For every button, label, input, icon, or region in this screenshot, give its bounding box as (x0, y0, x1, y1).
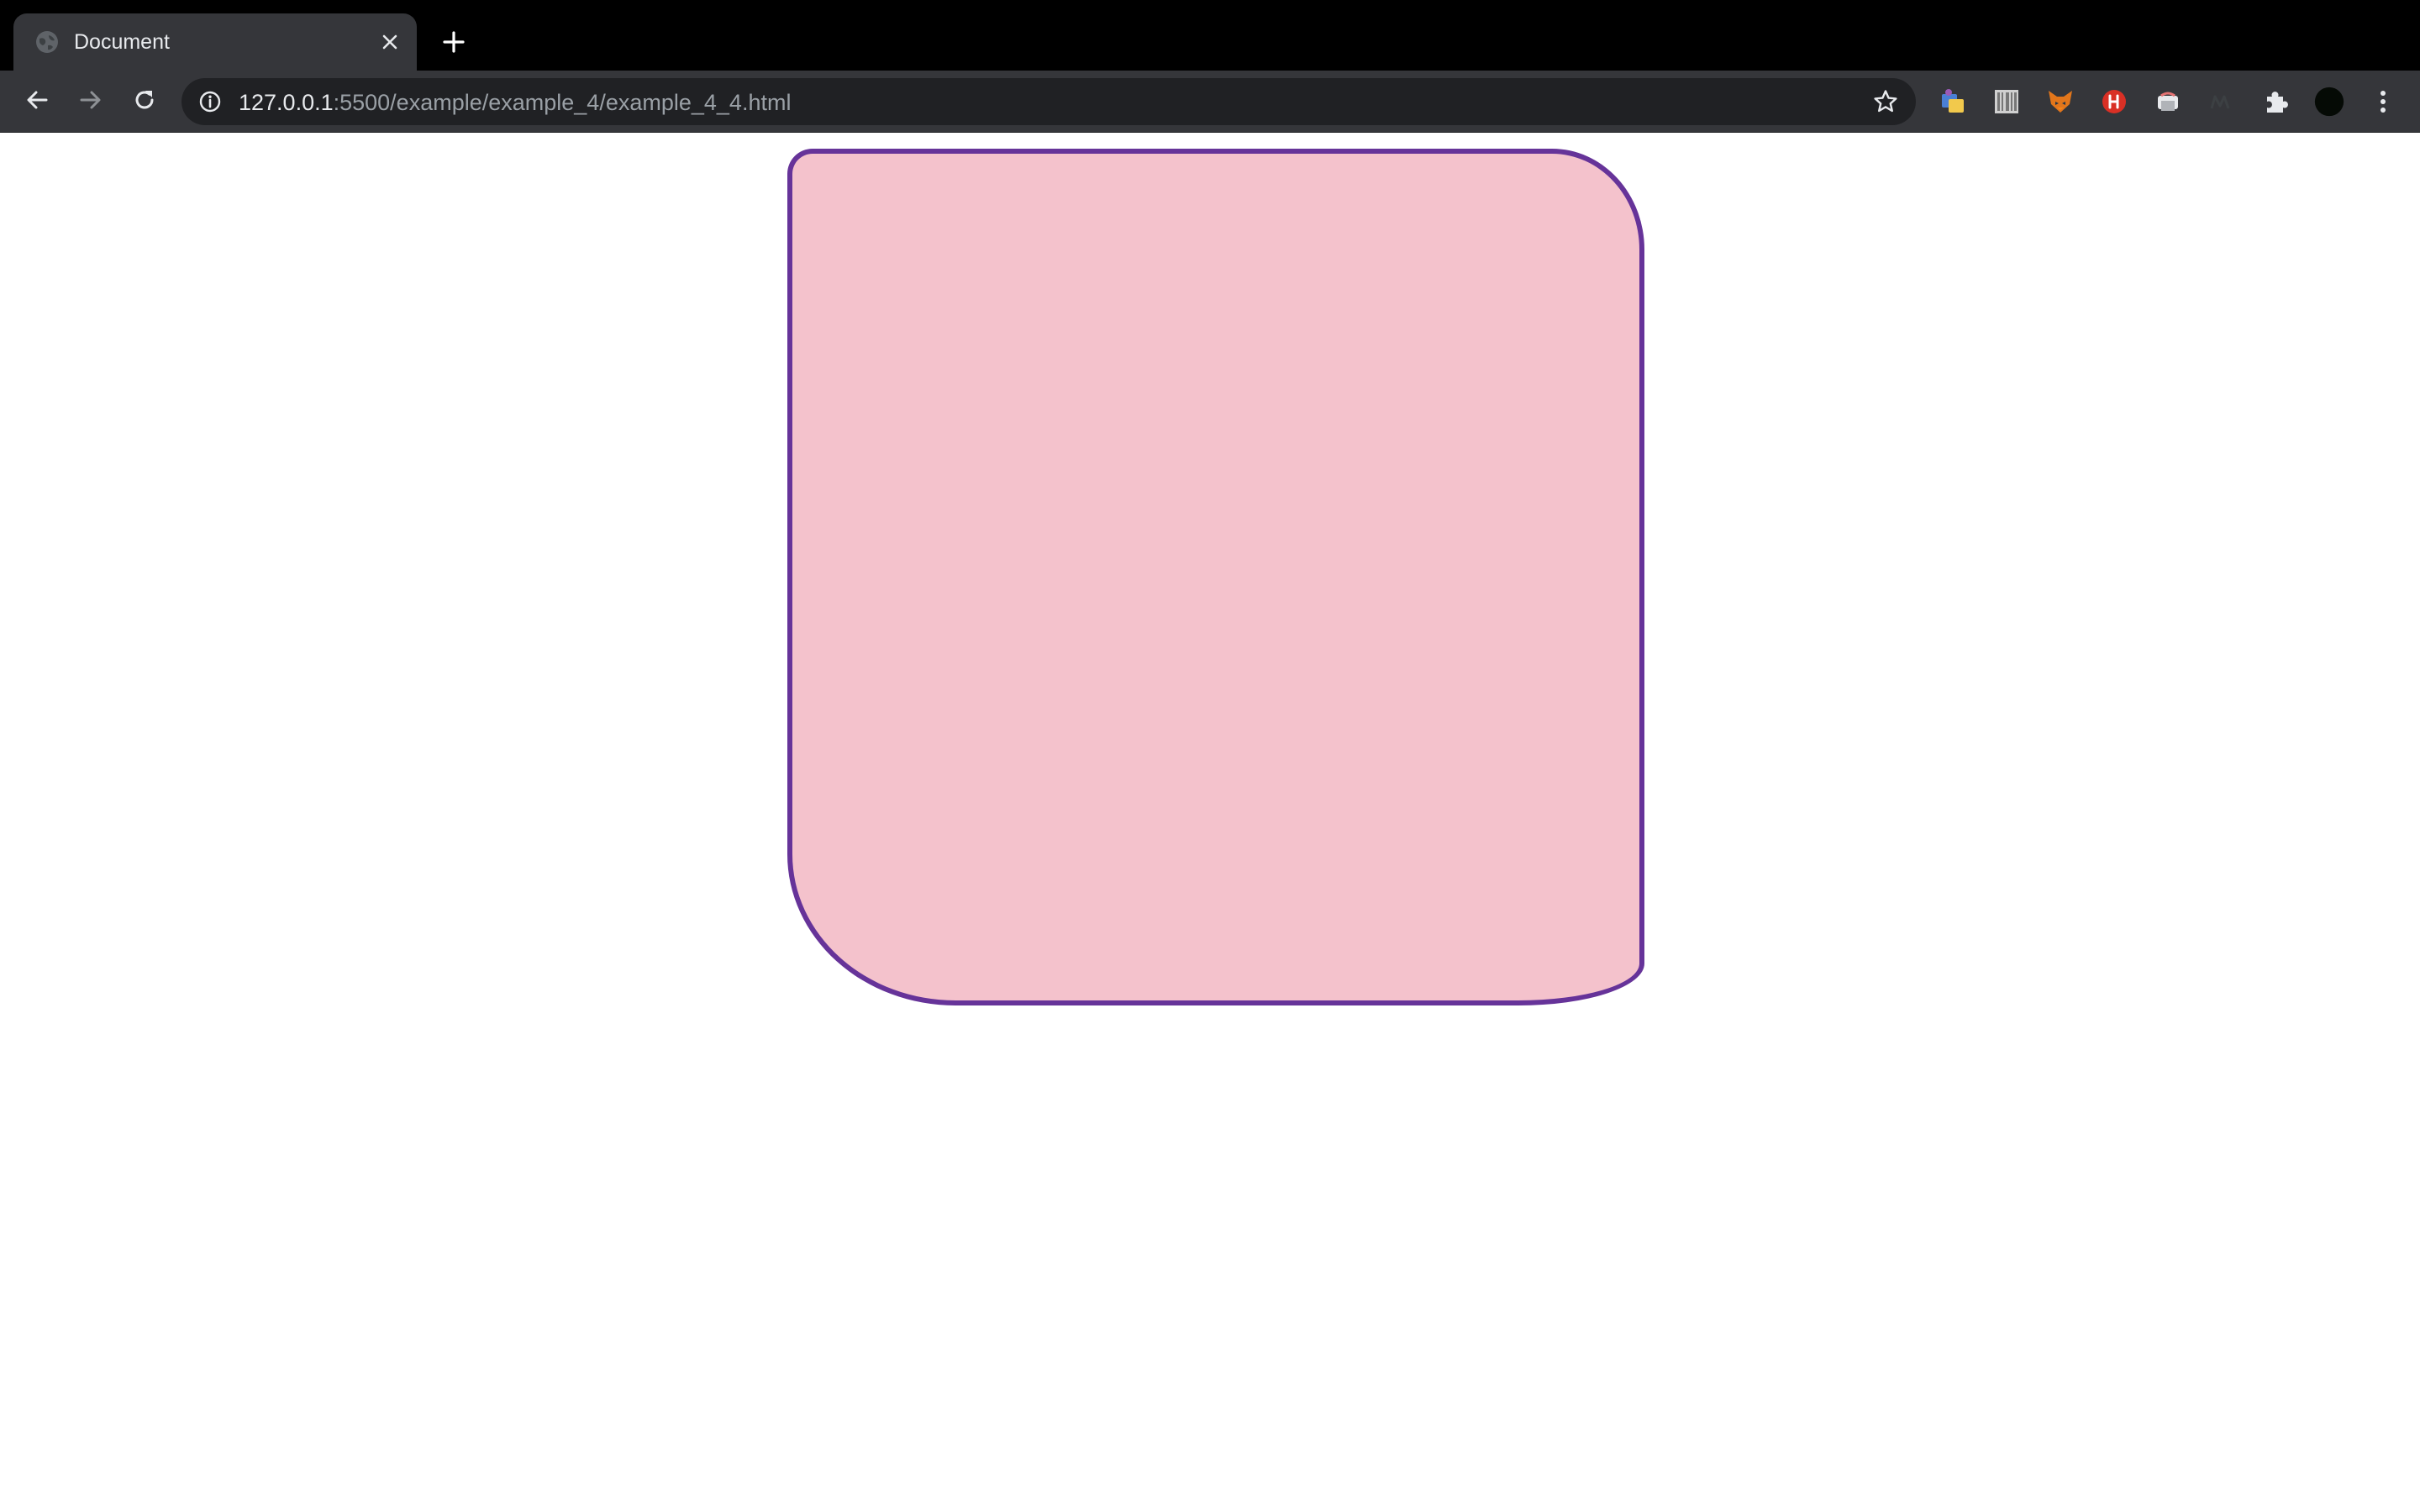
tab-document[interactable]: Document (13, 13, 417, 71)
forward-arrow-icon (78, 87, 103, 117)
info-icon[interactable] (198, 90, 222, 113)
puzzle-icon[interactable] (2260, 87, 2291, 117)
globe-icon (35, 30, 59, 54)
tab-title: Document (74, 30, 170, 54)
url-text: 127.0.0.1:5500/example/example_4/example… (239, 88, 791, 117)
plus-icon (441, 29, 466, 59)
extension-red-badge-icon[interactable] (2099, 87, 2129, 117)
url-host: 127.0.0.1 (239, 90, 334, 115)
address-bar[interactable]: 127.0.0.1:5500/example/example_4/example… (182, 78, 1916, 125)
star-icon[interactable] (1872, 88, 1899, 115)
rounded-shape (787, 149, 1644, 1005)
browser-toolbar: 127.0.0.1:5500/example/example_4/example… (0, 71, 2420, 133)
url-path: :5500/example/example_4/example_4_4.html (333, 90, 792, 115)
forward-button[interactable] (71, 81, 111, 122)
new-tab-button[interactable] (434, 24, 474, 64)
close-icon[interactable] (375, 27, 405, 57)
extension-m-icon[interactable] (2207, 87, 2237, 117)
reload-icon (132, 87, 157, 117)
browser-chrome: Document 127.0.0.1:5500/example/example_… (0, 0, 2420, 133)
extension-fox-icon[interactable] (2045, 87, 2075, 117)
reload-button[interactable] (124, 81, 165, 122)
back-button[interactable] (17, 81, 57, 122)
extension-folder-icon[interactable] (1938, 87, 1968, 117)
page-viewport (0, 133, 2420, 1512)
kebab-menu-icon[interactable] (2368, 87, 2398, 117)
avatar[interactable] (2314, 87, 2344, 117)
tab-strip: Document (0, 0, 2420, 71)
extension-barcode-icon[interactable] (1991, 87, 2022, 117)
back-arrow-icon (24, 87, 50, 117)
extension-printer-icon[interactable] (2153, 87, 2183, 117)
